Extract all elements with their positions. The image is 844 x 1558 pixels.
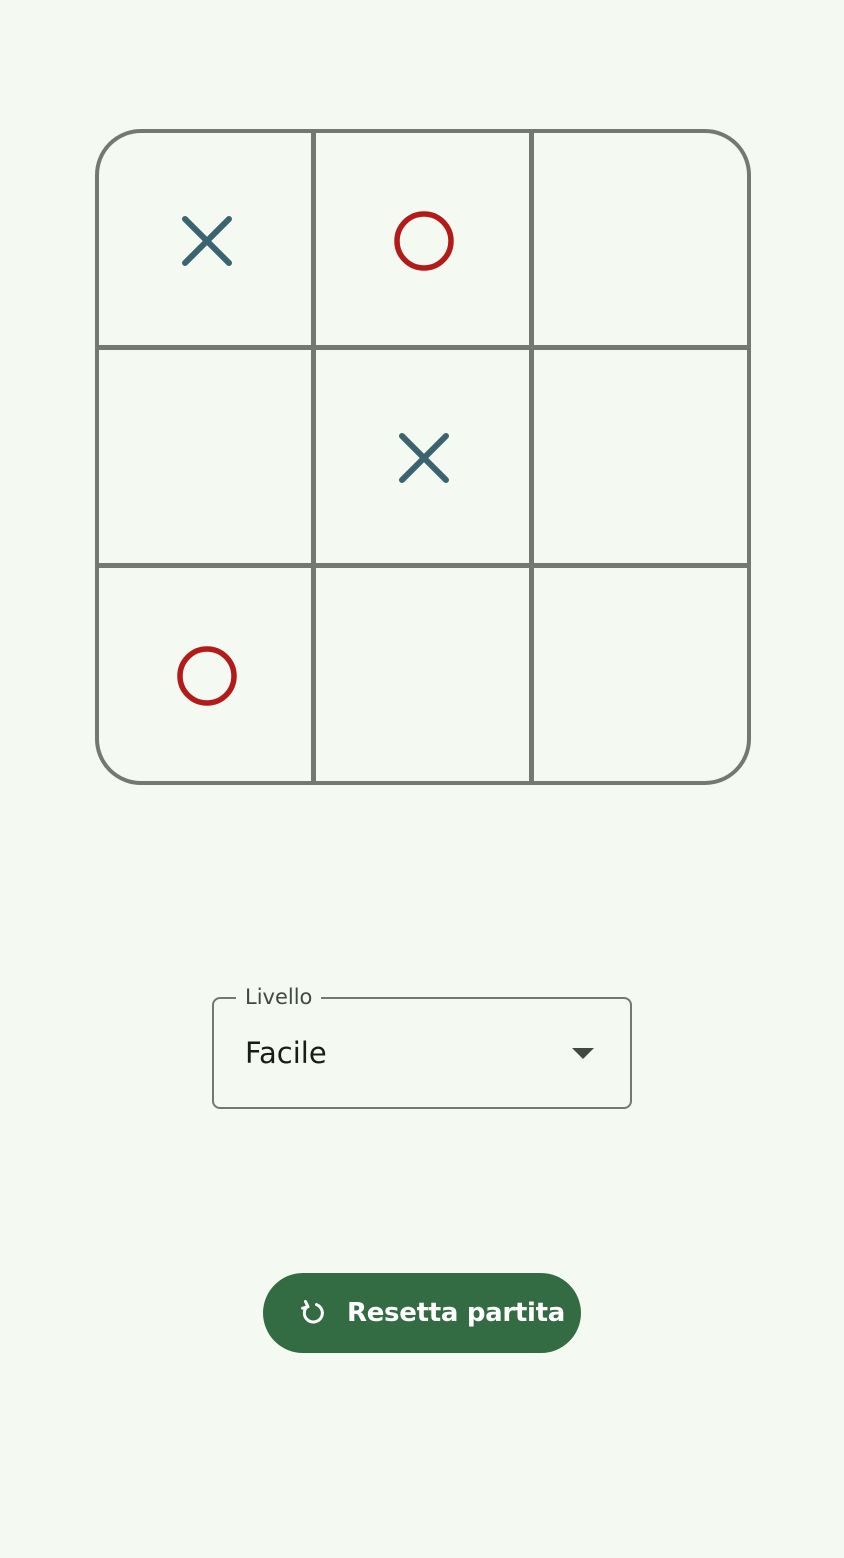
board-cell-7[interactable] [99,568,315,781]
board-cell-9[interactable] [534,568,747,781]
o-mark-icon [394,211,454,271]
reset-game-button[interactable]: Resetta partita [263,1273,581,1353]
board-cell-8[interactable] [316,568,532,781]
board-cell-5[interactable] [316,350,532,566]
level-select-label: Livello [236,984,322,1010]
level-select-value: Facile [245,1036,327,1070]
board-cell-4[interactable] [99,350,315,566]
board-cell-3[interactable] [534,133,747,349]
board-cell-2[interactable] [316,133,532,349]
x-mark-icon [399,433,449,483]
refresh-icon [301,1300,324,1324]
level-select[interactable]: Livello Facile [212,984,632,1109]
dropdown-arrow-icon [572,1048,594,1059]
reset-game-label: Resetta partita [347,1298,566,1328]
board-cell-6[interactable] [534,350,747,566]
board-cell-1[interactable] [99,133,315,349]
x-mark-icon [182,216,232,266]
o-mark-icon [177,646,237,706]
game-board [95,129,751,785]
